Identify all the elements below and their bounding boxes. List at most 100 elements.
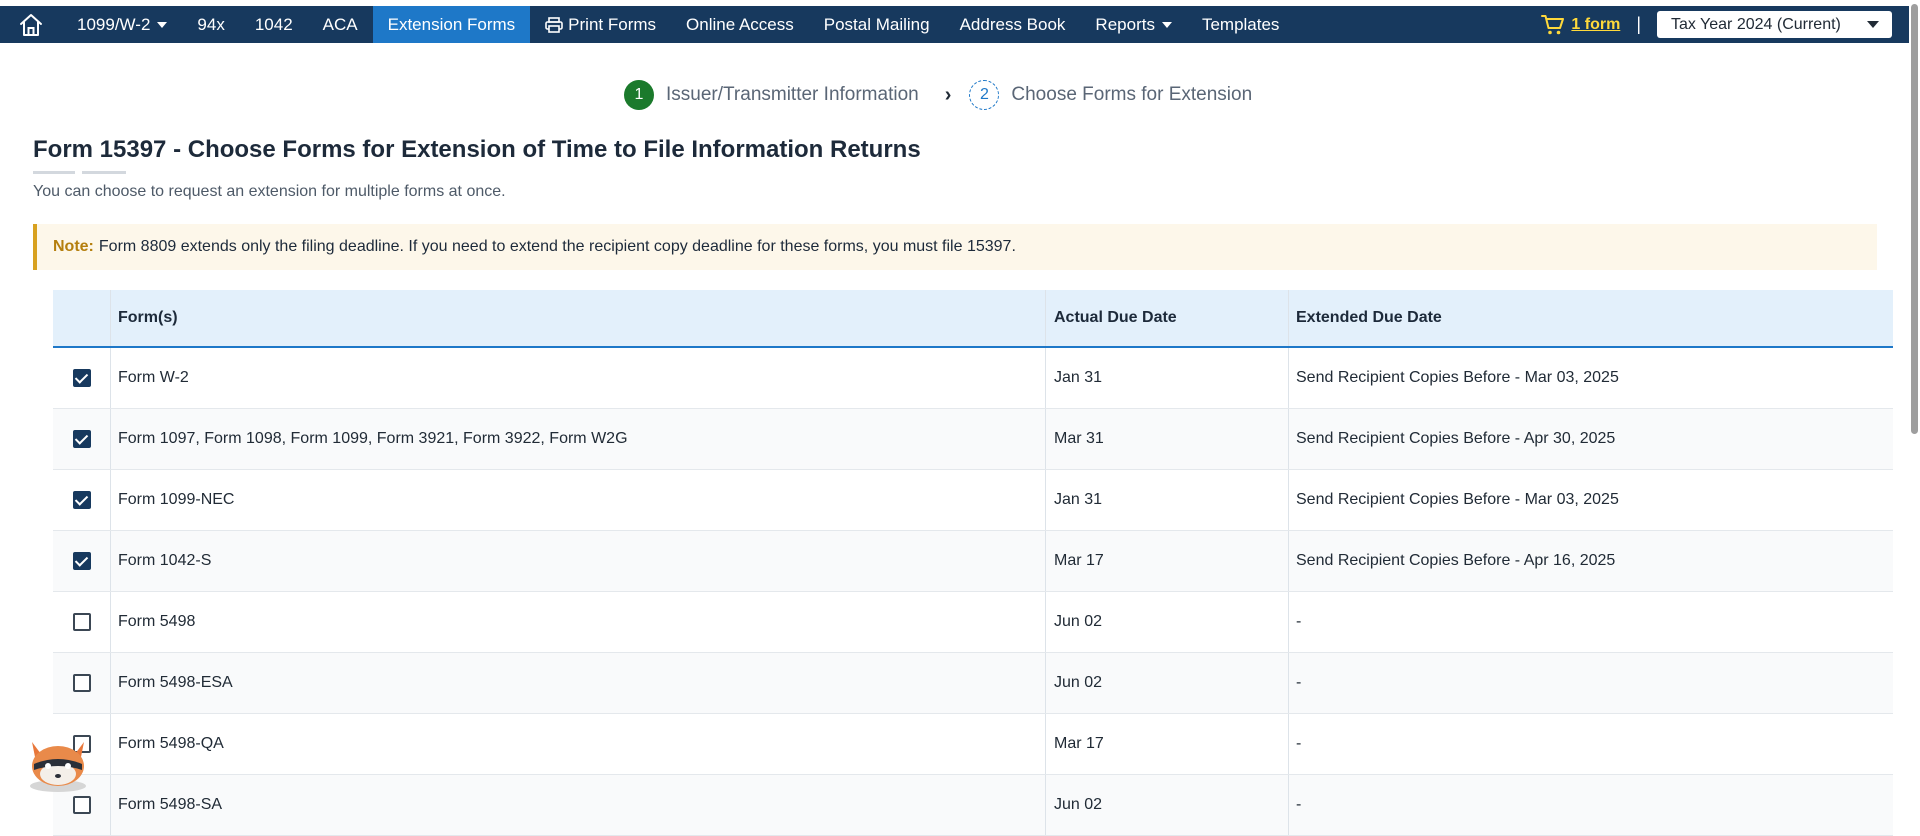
chevron-down-icon [1161,21,1172,28]
form-checkbox[interactable] [72,796,91,814]
actual-due-date-cell: Jun 02 [1046,775,1289,835]
form-name-cell: Form 1099-NEC [111,470,1046,530]
scrollbar-track[interactable] [1909,0,1920,819]
form-name-cell: Form 5498-QA [111,714,1046,774]
actual-due-date-cell: Jan 31 [1046,470,1289,530]
main-navbar: 1099/W-2 94x 1042 ACA Extension Forms Print F… [0,6,1909,43]
title-underline [82,171,126,174]
form-checkbox[interactable] [72,613,91,631]
extended-due-date-cell: Send Recipient Copies Before - Mar 03, 2… [1296,369,1619,386]
nav-menu: 1099/W-2 94x 1042 ACA Extension Forms Print F… [62,6,1294,43]
nav-item-label: Address Book [959,14,1066,34]
nav-item-print-forms[interactable]: Print Forms [530,6,671,43]
form-checkbox[interactable] [72,430,91,448]
nav-right: 1 form | Tax Year 2024 (Current) [1541,6,1909,43]
table-body: Form W-2 Jan 31 Send Recipient Copies Befo… [53,348,1893,836]
page-subtitle: You can choose to request an extension f… [33,183,506,200]
progress-stepper: 1 Issuer/Transmitter Information › 2 Cho… [624,80,1252,110]
form-name-cell: Form 1097, Form 1098, Form 1099, Form 39… [111,409,1046,469]
form-name-cell: Form W-2 [111,348,1046,408]
mascot-chat-icon[interactable] [22,728,94,794]
form-name-cell: Form 5498-ESA [111,653,1046,713]
table-row: Form 1097, Form 1098, Form 1099, Form 39… [53,409,1893,470]
table-row: Form 5498 Jun 02- [53,592,1893,653]
form-checkbox[interactable] [72,491,91,509]
nav-item-label: 94x [197,14,225,34]
nav-item-templates[interactable]: Templates [1187,6,1294,43]
scrollbar-thumb[interactable] [1911,4,1918,434]
page-title: Form 15397 - Choose Forms for Extension … [33,136,921,163]
nav-item-label: ACA [322,14,358,34]
nav-item-label: Reports [1095,14,1155,34]
nav-item-label: Print Forms [568,14,657,34]
nav-item-extension-forms[interactable]: Extension Forms [372,6,531,43]
form-name-cell: Form 5498 [111,592,1046,652]
nav-item-label: Templates [1201,14,1280,34]
nav-item-postal-mailing[interactable]: Postal Mailing [809,6,945,43]
actual-due-date-cell: Mar 17 [1046,714,1289,774]
nav-item-reports[interactable]: Reports [1080,6,1187,43]
table-row: Form W-2 Jan 31 Send Recipient Copies Befo… [53,348,1893,409]
nav-item-1099-w-2[interactable]: 1099/W-2 [62,6,182,43]
step-1-label[interactable]: Issuer/Transmitter Information [666,84,919,106]
header-forms: Form(s) [111,290,1046,346]
title-underline [33,171,75,174]
table-row: Form 1042-S Mar 17 Send Recipient Copies B… [53,531,1893,592]
chevron-right-icon: › [944,83,952,106]
table-row: Form 5498-QA Mar 17- [53,714,1893,775]
actual-due-date-cell: Jan 31 [1046,348,1289,408]
chevron-down-icon [157,21,168,28]
cart-count-label[interactable]: 1 form [1571,16,1620,34]
select-cell [53,348,111,408]
table-row: Form 1099-NEC Jan 31 Send Recipient Copies… [53,470,1893,531]
nav-separator: | [1636,14,1641,34]
select-cell [53,653,111,713]
form-checkbox[interactable] [72,674,91,692]
nav-item-address-book[interactable]: Address Book [945,6,1081,43]
extended-due-date-cell: - [1296,796,1302,813]
step-1-number: 1 [624,80,654,110]
select-cell [53,531,111,591]
extended-due-date-cell: - [1296,674,1302,691]
forms-table: Form(s) Actual Due Date Extended Due Dat… [53,290,1893,836]
form-name-cell: Form 1042-S [111,531,1046,591]
header-select-cell [53,290,111,346]
nav-item-label: Online Access [686,14,794,34]
extended-due-date-cell: Send Recipient Copies Before - Mar 03, 2… [1296,491,1619,508]
nav-item-online-access[interactable]: Online Access [671,6,809,43]
header-actual-due-date: Actual Due Date [1046,290,1289,346]
tax-year-dropdown[interactable]: Tax Year 2024 (Current) [1657,11,1892,38]
note-text: Form 8809 extends only the filing deadli… [98,238,1016,255]
header-extended-due-date: Extended Due Date [1296,309,1442,326]
nav-item-aca[interactable]: ACA [308,6,373,43]
form-name-cell: Form 5498-SA [111,775,1046,835]
chevron-down-icon [1867,21,1879,28]
nav-item-94x[interactable]: 94x [182,6,239,43]
actual-due-date-cell: Jun 02 [1046,653,1289,713]
cart-link[interactable]: 1 form [1541,14,1620,36]
table-row: Form 5498-SA Jun 02- [53,775,1893,836]
home-button[interactable] [0,6,62,43]
step-2-number: 2 [969,80,1000,110]
select-cell [53,470,111,530]
cart-icon [1541,14,1565,34]
form-checkbox[interactable] [72,369,91,387]
note-banner: Note: Form 8809 extends only the filing … [33,224,1877,270]
select-cell [53,592,111,652]
step-2-label[interactable]: Choose Forms for Extension [1011,84,1252,106]
actual-due-date-cell: Mar 17 [1046,531,1289,591]
tax-year-label: Tax Year 2024 (Current) [1671,15,1841,33]
note-label: Note: [53,238,94,255]
actual-due-date-cell: Jun 02 [1046,592,1289,652]
nav-item-1042[interactable]: 1042 [240,6,308,43]
extended-due-date-cell: - [1296,735,1302,752]
nav-item-label: 1099/W-2 [77,14,151,34]
form-checkbox[interactable] [72,552,91,570]
nav-item-label: 1042 [254,14,293,34]
nav-item-label: Extension Forms [387,14,516,34]
extended-due-date-cell: Send Recipient Copies Before - Apr 30, 2… [1296,430,1616,447]
table-row: Form 5498-ESA Jun 02- [53,653,1893,714]
select-cell [53,409,111,469]
nav-item-label: Postal Mailing [823,14,930,34]
extended-due-date-cell: - [1296,613,1302,630]
